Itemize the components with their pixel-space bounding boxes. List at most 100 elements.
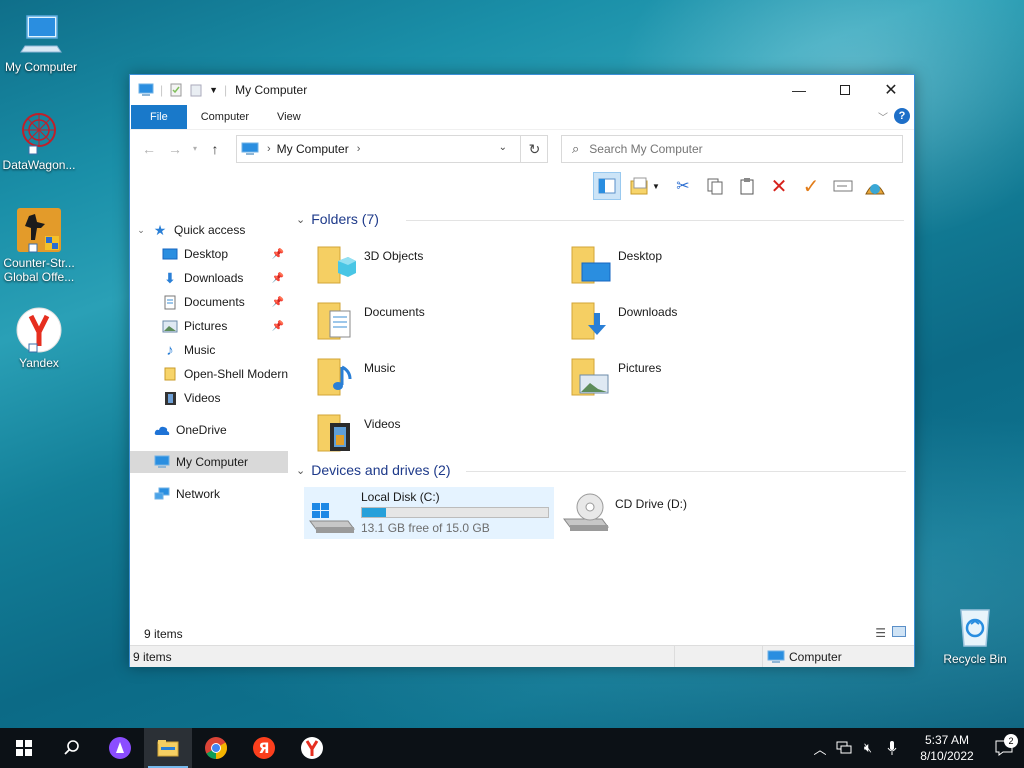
desktop-icon-yandex[interactable]: Yandex [0, 306, 80, 370]
sidebar-item-desktop[interactable]: Desktop 📌 [130, 243, 288, 265]
drive-label: CD Drive (D:) [615, 497, 687, 511]
sidebar-item-network[interactable]: Network [130, 483, 288, 505]
select-button[interactable]: ✓ [797, 172, 825, 200]
quick-access-dropdown-icon[interactable]: ▼ [209, 85, 218, 95]
chrome-icon [205, 737, 227, 759]
chrome-taskbar-button[interactable] [192, 728, 240, 768]
search-box[interactable]: ⌕ [561, 135, 903, 163]
sidebar-item-music[interactable]: ♪ Music [130, 339, 288, 361]
pin-icon[interactable]: 📌 [272, 321, 284, 332]
breadcrumb-my-computer[interactable]: My Computer [277, 142, 349, 156]
document-icon [162, 294, 178, 310]
address-bar[interactable]: › My Computer › ⌄ [236, 135, 548, 163]
help-icon[interactable]: ? [894, 108, 910, 124]
devices-group-header[interactable]: ⌄ Devices and drives (2) [296, 462, 908, 478]
desktop-icon-counter-strike[interactable]: Counter-Str... Global Offe... [0, 206, 80, 284]
network-tray-button[interactable] [832, 741, 856, 755]
chevron-down-icon: ⌄ [137, 224, 145, 235]
desktop-folder-icon [162, 246, 178, 262]
up-button[interactable]: ↑ [202, 141, 228, 157]
sidebar-item-pictures[interactable]: Pictures 📌 [130, 315, 288, 337]
show-hidden-icons-button[interactable]: ︿ [808, 739, 832, 758]
back-button[interactable]: ← [136, 141, 162, 157]
sidebar-item-quick-access[interactable]: ⌄ ★ Quick access [130, 219, 288, 241]
large-icons-view-icon[interactable] [892, 626, 906, 637]
paste-button[interactable] [733, 172, 761, 200]
navigation-pane-button[interactable] [593, 172, 621, 200]
pin-icon[interactable]: 📌 [272, 249, 284, 260]
sidebar-item-my-computer[interactable]: My Computer [130, 451, 288, 473]
properties-button[interactable]: ▼ [625, 172, 665, 200]
folders-group-header[interactable]: ⌄ Folders (7) [296, 211, 908, 227]
desktop-icon-recycle-bin[interactable]: Recycle Bin [934, 602, 1016, 666]
folder-pictures[interactable]: Pictures [568, 353, 808, 401]
folder-documents[interactable]: Documents [314, 297, 554, 345]
details-view-icon[interactable]: ☰ [875, 626, 886, 640]
desktop-icon-my-computer[interactable]: My Computer [0, 10, 82, 74]
drive-cd-d[interactable]: CD Drive (D:) [558, 487, 808, 539]
desktop-icon-label: Counter-Str... Global Offe... [3, 256, 75, 284]
settings-button[interactable] [861, 172, 889, 200]
recent-locations-button[interactable]: ▾ [188, 144, 202, 153]
maximize-button[interactable] [822, 75, 868, 105]
disk-usage-bar [361, 507, 549, 518]
search-icon: ⌕ [572, 141, 580, 156]
file-explorer-taskbar-button[interactable] [144, 728, 192, 768]
sidebar-item-videos[interactable]: Videos [130, 387, 288, 409]
action-center-button[interactable]: 2 [984, 734, 1024, 756]
title-bar[interactable]: | ▼ | My Computer — ✕ [130, 75, 914, 105]
copy-button[interactable] [701, 172, 729, 200]
folder-label: Videos [364, 417, 401, 431]
properties-icon[interactable] [169, 83, 183, 97]
sidebar-item-documents[interactable]: Documents 📌 [130, 291, 288, 313]
minimize-button[interactable]: — [776, 75, 822, 105]
tab-view[interactable]: View [263, 105, 315, 129]
tab-file[interactable]: File [131, 105, 187, 129]
window-title: My Computer [235, 83, 308, 97]
start-button[interactable] [0, 728, 48, 768]
folder-desktop[interactable]: Desktop [568, 241, 808, 289]
alice-assistant-button[interactable] [96, 728, 144, 768]
new-folder-icon[interactable] [189, 83, 203, 97]
drive-free-space: 13.1 GB free of 15.0 GB [361, 521, 490, 535]
tab-computer[interactable]: Computer [187, 105, 263, 129]
cut-button[interactable]: ✂ [669, 172, 697, 200]
yandex-browser-taskbar-button[interactable] [288, 728, 336, 768]
folder-downloads[interactable]: Downloads [568, 297, 808, 345]
sidebar-item-downloads[interactable]: ⬇ Downloads 📌 [130, 267, 288, 289]
alice-assistant-icon [109, 737, 131, 759]
folder-videos[interactable]: Videos [314, 409, 554, 457]
folder-icon [157, 740, 179, 757]
yandex-icon: Я [253, 737, 275, 759]
sidebar-item-onedrive[interactable]: OneDrive [130, 419, 288, 441]
clock-date: 8/10/2022 [920, 749, 974, 763]
microphone-tray-button[interactable] [880, 740, 904, 756]
breadcrumb-chevron-icon[interactable]: › [267, 143, 271, 155]
properties-icon [630, 177, 648, 195]
drive-local-disk-c[interactable]: Local Disk (C:) 13.1 GB free of 15.0 GB [304, 487, 554, 539]
folder-3d-objects[interactable]: 3D Objects [314, 241, 554, 289]
delete-button[interactable]: ✕ [765, 172, 793, 200]
sidebar-item-label: OneDrive [176, 423, 227, 437]
search-input[interactable] [589, 142, 890, 156]
breadcrumb-chevron-icon[interactable]: › [357, 143, 361, 155]
pin-icon[interactable]: 📌 [272, 273, 284, 284]
close-icon: ✕ [884, 82, 898, 99]
rename-button[interactable] [829, 172, 857, 200]
clock[interactable]: 5:37 AM 8/10/2022 [910, 732, 984, 764]
volume-tray-button[interactable]: 🔇︎ [856, 740, 880, 756]
chevron-down-icon: ▾ [192, 144, 197, 153]
folder-music[interactable]: Music [314, 353, 554, 401]
yandex-browser-icon [301, 737, 323, 759]
refresh-button[interactable]: ↻ [520, 135, 548, 163]
close-button[interactable]: ✕ [868, 75, 914, 105]
clock-time: 5:37 AM [924, 733, 970, 747]
desktop-icon-datawagon[interactable]: DataWagon... [0, 108, 80, 172]
forward-button[interactable]: → [162, 141, 188, 157]
expand-ribbon-icon[interactable]: ﹀ [878, 109, 888, 124]
address-dropdown-icon[interactable]: ⌄ [499, 142, 507, 153]
pin-icon[interactable]: 📌 [272, 297, 284, 308]
search-button[interactable] [48, 728, 96, 768]
sidebar-item-open-shell[interactable]: Open-Shell Modern [130, 363, 288, 385]
yandex-taskbar-button[interactable]: Я [240, 728, 288, 768]
